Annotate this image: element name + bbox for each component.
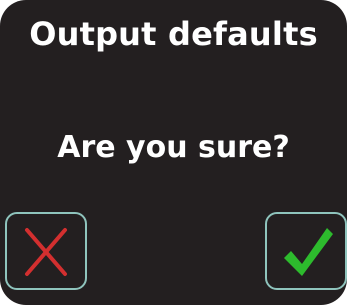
dialog-question: Are you sure?: [57, 130, 290, 165]
dialog-title: Output defaults: [29, 15, 318, 53]
confirmation-dialog: Output defaults Are you sure?: [0, 0, 347, 305]
confirm-button[interactable]: [265, 212, 347, 290]
cross-icon: [25, 228, 67, 276]
cancel-button[interactable]: [5, 212, 87, 290]
checkmark-icon: [284, 228, 333, 276]
